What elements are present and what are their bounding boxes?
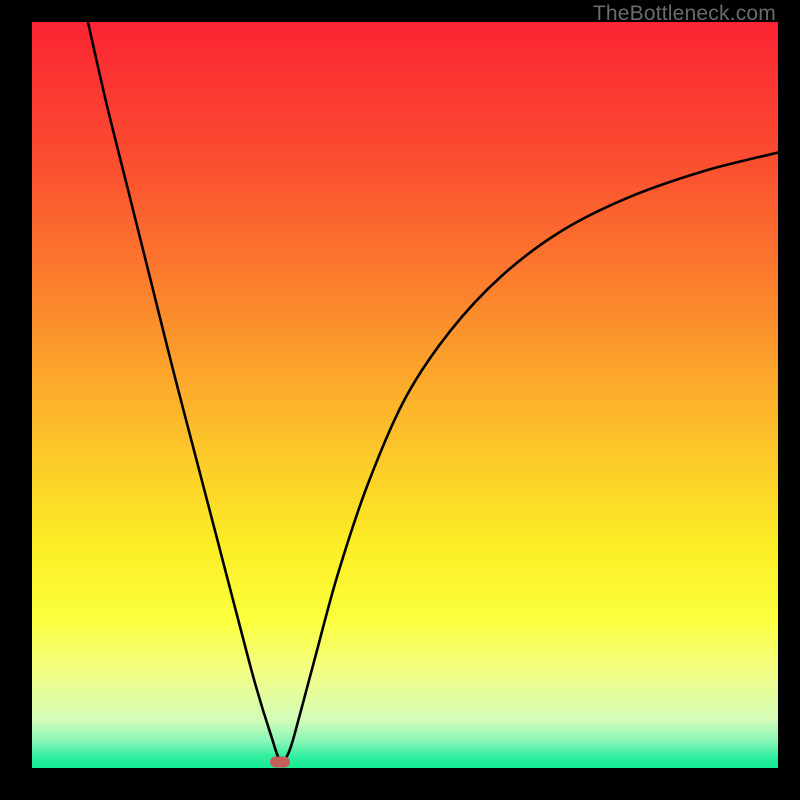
bottleneck-curve bbox=[32, 22, 778, 768]
chart-container: TheBottleneck.com bbox=[0, 0, 800, 800]
plot-area bbox=[32, 22, 778, 768]
minimum-marker bbox=[270, 757, 290, 768]
